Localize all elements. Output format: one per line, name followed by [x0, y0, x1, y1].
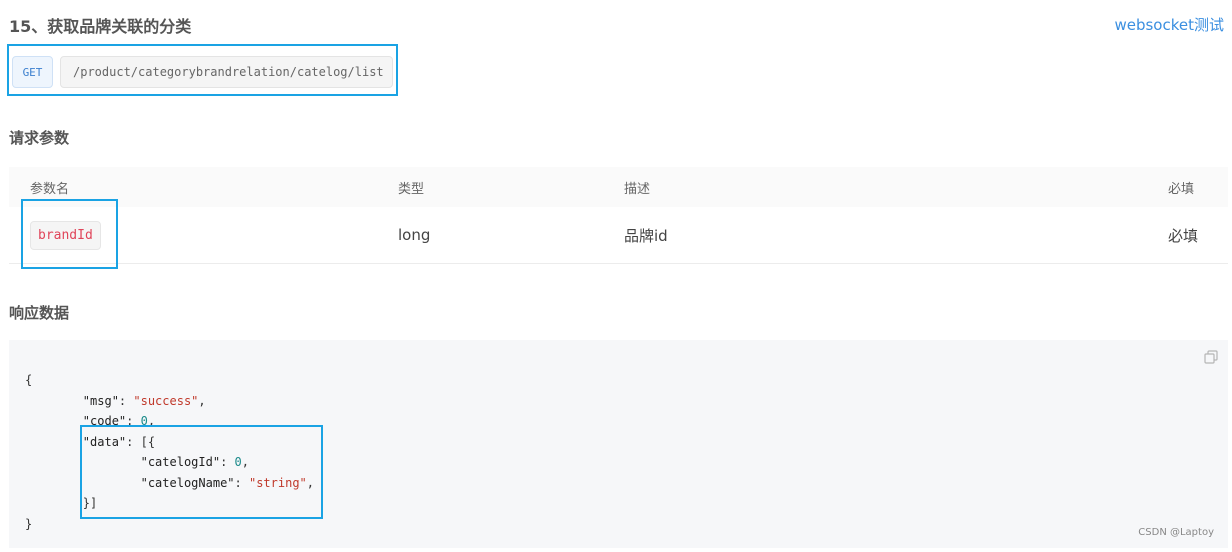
endpoint-path: /product/categorybrandrelation/catelog/l…	[60, 56, 393, 88]
request-params-heading: 请求参数	[9, 129, 70, 147]
copy-icon[interactable]	[1204, 350, 1218, 364]
param-required: 必填	[1168, 226, 1199, 245]
params-table-header: 参数名 类型 描述 必填	[9, 167, 1228, 207]
watermark: CSDN @Laptoy	[1138, 527, 1214, 538]
col-header-type: 类型	[398, 181, 425, 197]
param-highlight-box	[21, 199, 118, 269]
table-row: brandId long 品牌id 必填	[9, 207, 1228, 264]
websocket-test-link[interactable]: websocket测试	[1114, 14, 1224, 35]
col-header-required: 必填	[1168, 181, 1195, 197]
param-type: long	[398, 226, 431, 244]
param-desc: 品牌id	[624, 226, 668, 245]
page-title: 15、获取品牌关联的分类	[9, 17, 192, 36]
data-highlight-box	[80, 425, 323, 519]
col-header-desc: 描述	[624, 181, 651, 197]
response-data-heading: 响应数据	[9, 304, 70, 322]
http-method-badge: GET	[12, 56, 53, 88]
